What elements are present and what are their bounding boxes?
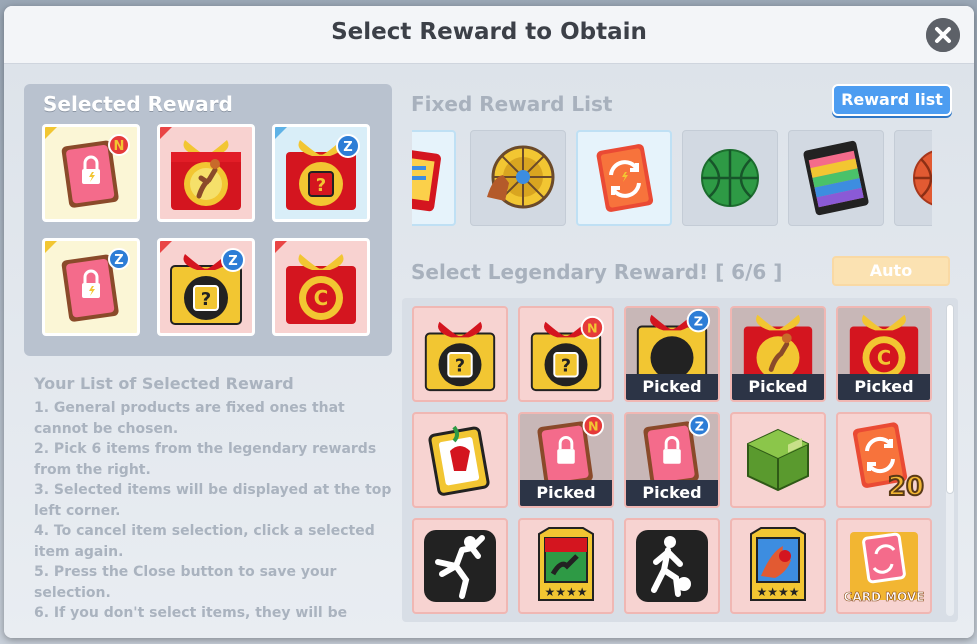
gold-box-question-icon: ? N bbox=[530, 315, 605, 392]
svg-text:?: ? bbox=[316, 175, 326, 196]
fixed-item bbox=[788, 130, 884, 226]
selected-item[interactable]: ? Z bbox=[272, 124, 370, 222]
rainbow-jersey-icon bbox=[803, 140, 869, 216]
legendary-item[interactable]: N Picked bbox=[518, 412, 614, 508]
swap-count: 20 bbox=[887, 471, 925, 503]
legendary-item[interactable] bbox=[412, 518, 508, 614]
svg-text:?: ? bbox=[201, 289, 211, 310]
fixed-item bbox=[682, 130, 778, 226]
legendary-item[interactable]: ? bbox=[412, 306, 508, 402]
dialog-body: Selected Reward N ? Z Z ? Z C Your List … bbox=[4, 64, 974, 638]
gold-box-question-icon: ? bbox=[424, 321, 496, 392]
svg-text:Z: Z bbox=[343, 140, 352, 155]
reward-list-button[interactable]: Reward list bbox=[832, 84, 952, 116]
svg-text:?: ? bbox=[561, 357, 571, 377]
svg-text:Z: Z bbox=[114, 253, 123, 268]
svg-text:N: N bbox=[588, 418, 599, 433]
legendary-title: Select Legendary Reward! [ 6/6 ] bbox=[411, 260, 783, 284]
player-card-4star-icon: ★★★★ bbox=[538, 527, 594, 601]
svg-text:?: ? bbox=[455, 357, 465, 377]
picked-label: Picked bbox=[520, 480, 612, 506]
guide-title: Your List of Selected Reward bbox=[34, 374, 294, 393]
reward-dialog: Select Reward to Obtain Selected Reward bbox=[4, 6, 974, 638]
selected-reward-title: Selected Reward bbox=[43, 92, 233, 116]
close-button[interactable] bbox=[926, 18, 960, 52]
guide-line: 4. To cancel item selection, click a sel… bbox=[34, 523, 375, 560]
selected-item[interactable]: N bbox=[42, 124, 140, 222]
fixed-item bbox=[412, 130, 456, 226]
legendary-item[interactable]: CARD MOVE bbox=[836, 518, 932, 614]
gift-box-player-icon bbox=[171, 140, 241, 210]
picked-label: Picked bbox=[732, 374, 824, 400]
svg-text:N: N bbox=[114, 139, 125, 154]
guide-line: 1. General products are fixed ones that … bbox=[34, 400, 345, 437]
picked-label: Picked bbox=[626, 374, 718, 400]
guide-line: 3. Selected items will be displayed at t… bbox=[34, 482, 392, 519]
card-move-label: CARD MOVE bbox=[843, 590, 925, 605]
fire-card-4star-icon: ★★★★ bbox=[750, 527, 806, 601]
card-fragment-icon bbox=[412, 146, 441, 212]
legendary-item[interactable]: ★★★★ bbox=[518, 518, 614, 614]
dialog-titlebar: Select Reward to Obtain bbox=[4, 6, 974, 64]
legendary-grid: ? ? N Z Picked Picked C Picked N Picked … bbox=[412, 306, 932, 614]
fixed-reward-strip[interactable] bbox=[412, 130, 932, 226]
guide-text: 1. General products are fixed ones that … bbox=[34, 398, 392, 624]
gift-box-question-icon: ? Z bbox=[286, 134, 360, 210]
selected-reward-panel: Selected Reward N ? Z Z ? Z C bbox=[24, 84, 392, 356]
selected-item[interactable]: ? Z bbox=[157, 238, 255, 336]
swap-card-icon bbox=[596, 144, 654, 212]
svg-text:C: C bbox=[314, 286, 329, 310]
legendary-item[interactable] bbox=[730, 412, 826, 508]
wheel-spinner-icon bbox=[487, 145, 555, 209]
lock-card-icon: Z bbox=[61, 248, 130, 322]
legendary-item[interactable]: 20 bbox=[836, 412, 932, 508]
fixed-item bbox=[576, 130, 672, 226]
svg-text:Z: Z bbox=[695, 418, 704, 433]
selected-reward-grid: N ? Z Z ? Z C bbox=[42, 124, 370, 336]
legendary-item[interactable]: Z Picked bbox=[624, 412, 720, 508]
scroll-thumb[interactable] bbox=[946, 304, 954, 494]
svg-text:C: C bbox=[877, 346, 891, 369]
dunk-silhouette-icon bbox=[424, 530, 496, 602]
mascot-card-icon bbox=[428, 425, 490, 496]
fixed-reward-title: Fixed Reward List bbox=[411, 92, 613, 116]
legendary-item[interactable] bbox=[624, 518, 720, 614]
lock-card-icon: N bbox=[61, 134, 130, 208]
guide-line: 6. If you don't select items, they will … bbox=[34, 605, 348, 621]
fixed-item bbox=[894, 130, 932, 226]
selected-item[interactable] bbox=[157, 124, 255, 222]
svg-text:★★★★: ★★★★ bbox=[544, 585, 587, 599]
legendary-item[interactable]: C Picked bbox=[836, 306, 932, 402]
gift-box-coin-icon: C bbox=[286, 254, 356, 324]
svg-text:N: N bbox=[587, 321, 598, 336]
svg-text:Z: Z bbox=[694, 313, 703, 328]
legendary-item[interactable]: Z Picked bbox=[624, 306, 720, 402]
dialog-title: Select Reward to Obtain bbox=[331, 19, 647, 45]
svg-text:Z: Z bbox=[228, 254, 237, 269]
picked-label: Picked bbox=[838, 374, 930, 400]
green-crate-icon bbox=[747, 428, 809, 492]
close-icon bbox=[926, 18, 960, 52]
green-ball-icon bbox=[701, 149, 759, 207]
legendary-item[interactable] bbox=[412, 412, 508, 508]
selected-item[interactable]: Z bbox=[42, 238, 140, 336]
legendary-item[interactable]: ★★★★ bbox=[730, 518, 826, 614]
picked-label: Picked bbox=[626, 480, 718, 506]
selected-item[interactable]: C bbox=[272, 238, 370, 336]
fixed-item bbox=[470, 130, 566, 226]
legendary-item[interactable]: ? N bbox=[518, 306, 614, 402]
orange-ball-icon bbox=[913, 150, 932, 206]
gold-box-question-icon: ? Z bbox=[170, 248, 245, 325]
dribble-silhouette-icon bbox=[636, 530, 708, 602]
legendary-scrollbar[interactable] bbox=[946, 304, 954, 616]
auto-button[interactable]: Auto bbox=[832, 256, 950, 286]
legendary-item[interactable]: Picked bbox=[730, 306, 826, 402]
legendary-panel: ? ? N Z Picked Picked C Picked N Picked … bbox=[402, 298, 958, 622]
guide-line: 2. Pick 6 items from the legendary rewar… bbox=[34, 441, 377, 478]
svg-text:★★★★: ★★★★ bbox=[756, 585, 799, 599]
guide-line: 5. Press the Close button to save your s… bbox=[34, 564, 337, 601]
